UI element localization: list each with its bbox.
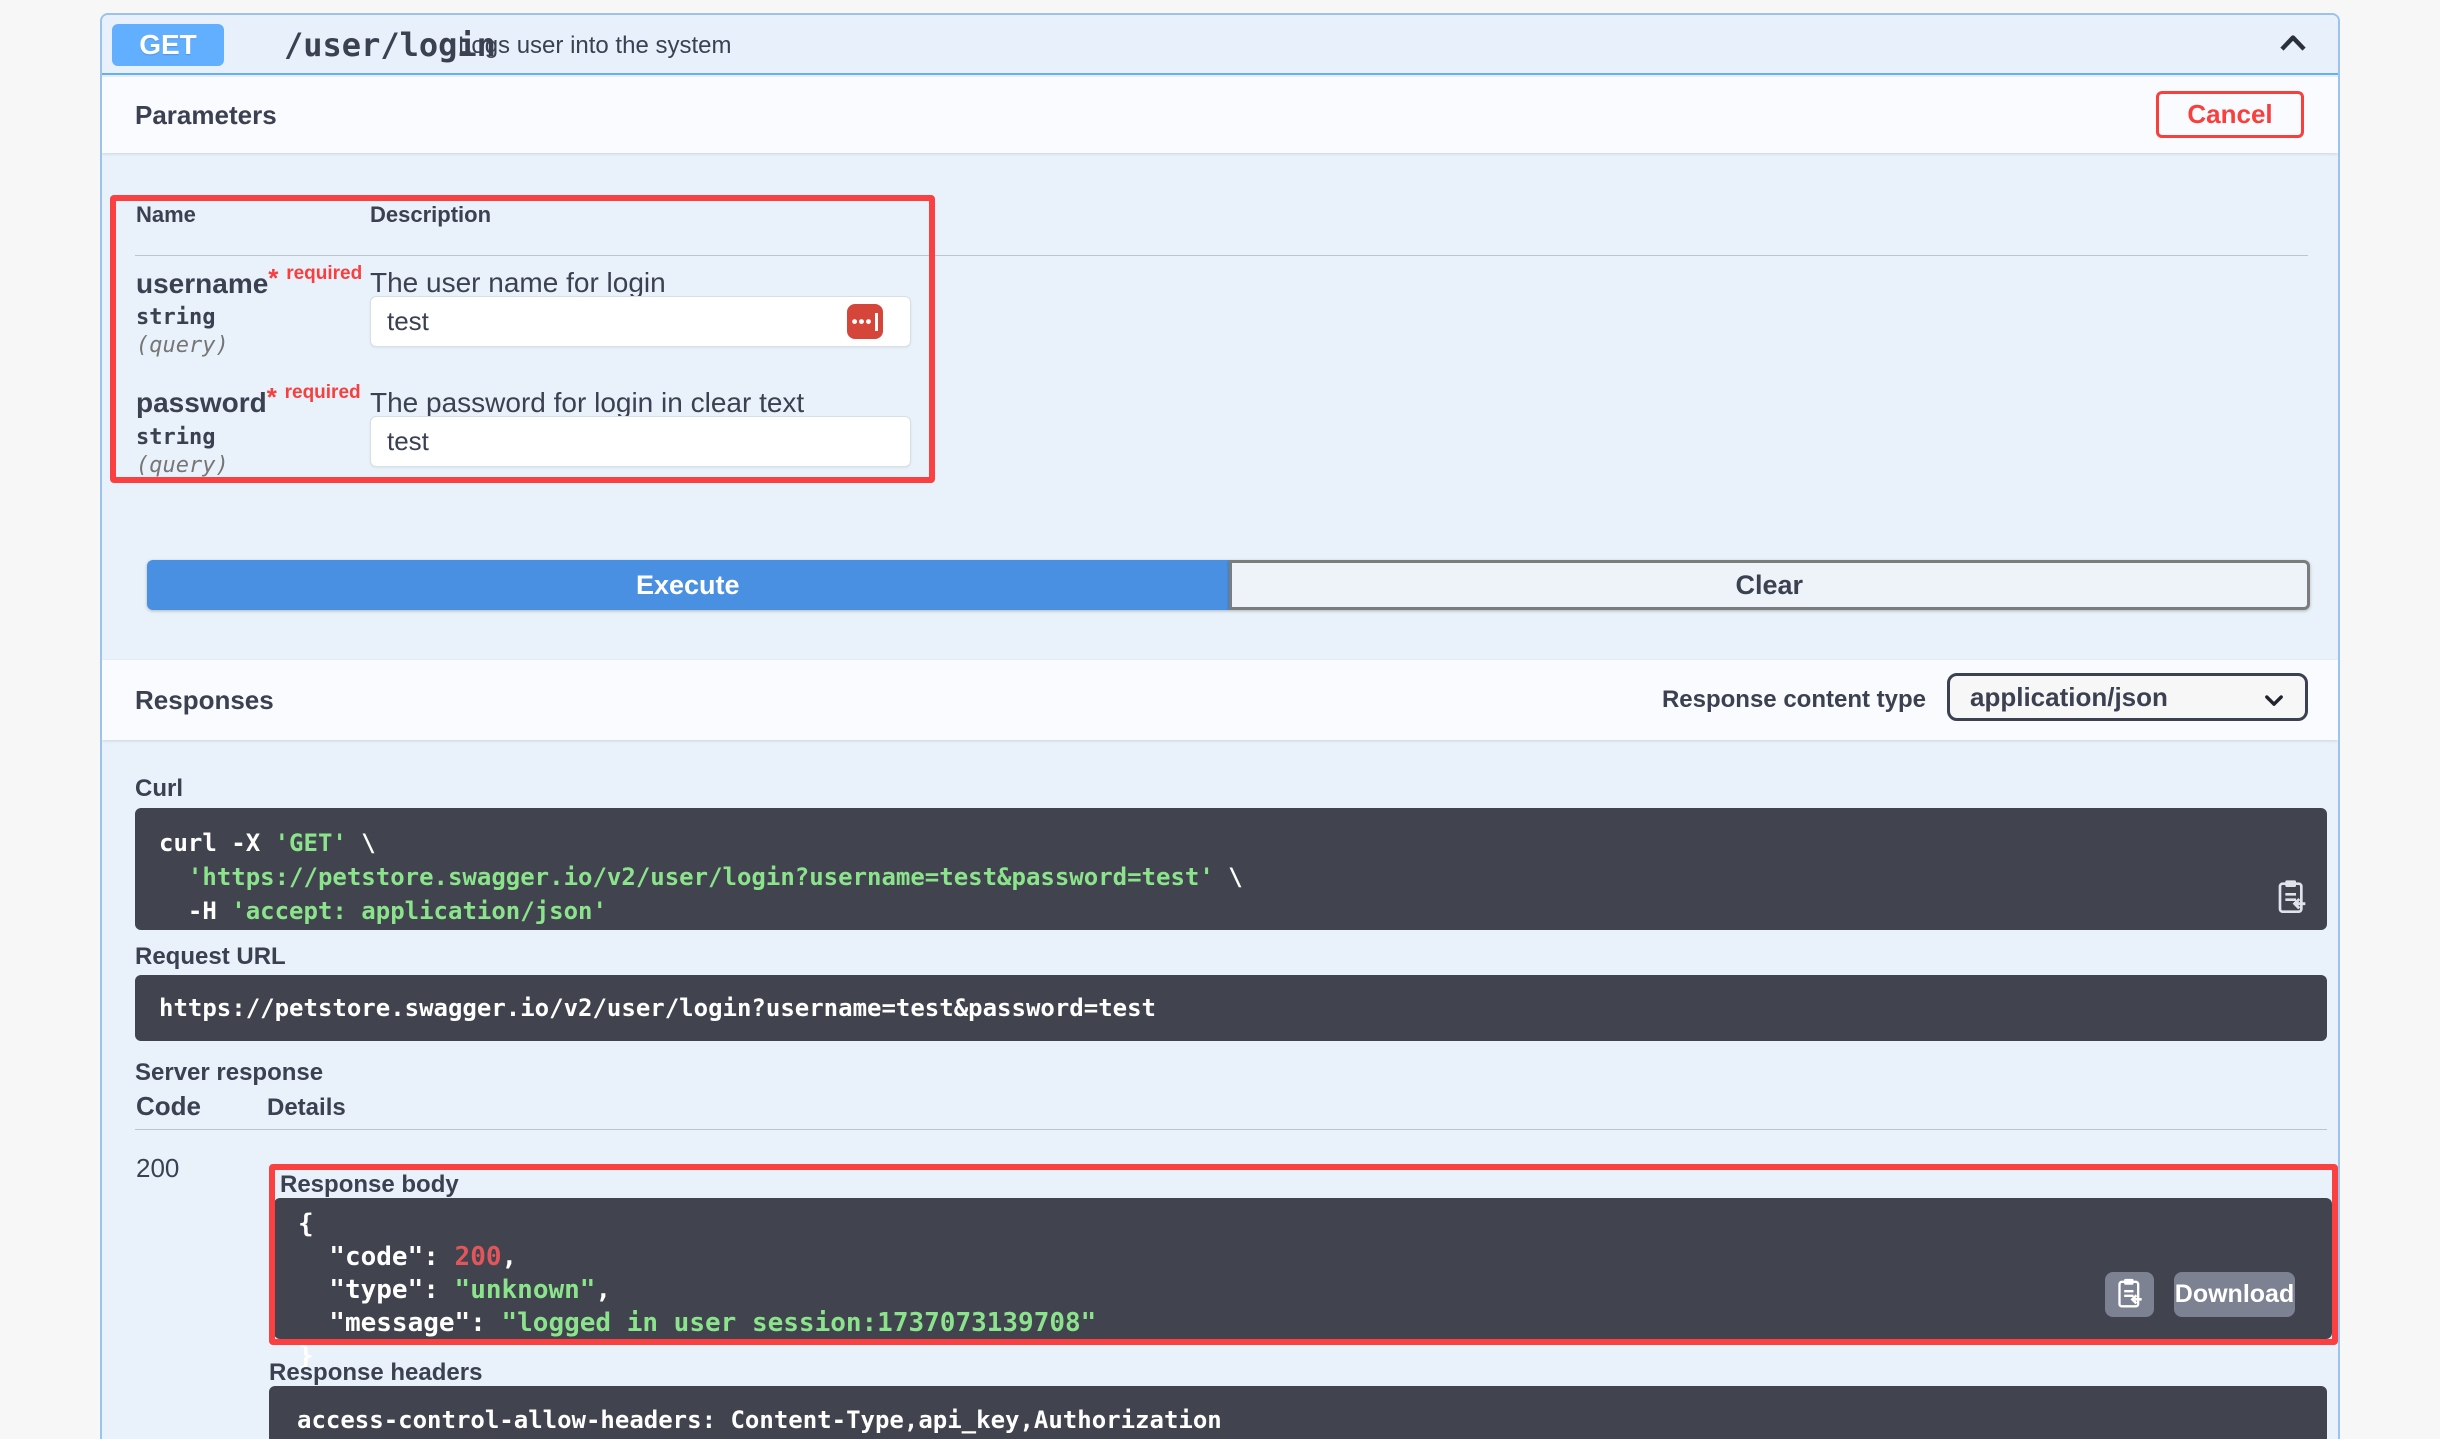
details-column-header: Details — [267, 1094, 346, 1122]
response-headers-code: access-control-allow-headers: Content-Ty… — [297, 1404, 2299, 1439]
parameters-section-header: Parameters Cancel — [102, 77, 2338, 153]
param-type: string — [136, 305, 215, 330]
curl-code-block: curl -X 'GET' \ 'https://petstore.swagge… — [135, 808, 2327, 930]
required-star: * — [267, 382, 277, 412]
operation-summary-row[interactable]: GET /user/login Logs user into the syste… — [102, 15, 2338, 75]
swagger-ui-page: GET /user/login Logs user into the syste… — [0, 0, 2440, 1439]
execute-button[interactable]: Execute — [147, 560, 1229, 610]
username-input[interactable] — [370, 296, 911, 347]
param-type: string — [136, 425, 215, 450]
param-location: (query) — [136, 453, 229, 478]
code-column-header: Code — [136, 1091, 201, 1122]
curl-label: Curl — [135, 775, 183, 803]
server-response-label: Server response — [135, 1059, 323, 1087]
execute-row: Execute Clear — [147, 560, 2310, 610]
response-body-json: { "code": 200, "type": "unknown", "messa… — [298, 1208, 2308, 1373]
password-input[interactable] — [370, 416, 911, 467]
request-url-block: https://petstore.swagger.io/v2/user/logi… — [135, 975, 2327, 1041]
response-body-block: { "code": 200, "type": "unknown", "messa… — [274, 1198, 2332, 1339]
operation-panel-get-user-login: GET /user/login Logs user into the syste… — [100, 13, 2340, 1439]
method-badge-get: GET — [112, 24, 224, 66]
responses-title: Responses — [135, 685, 274, 716]
response-body-label: Response body — [280, 1171, 459, 1199]
curl-code: curl -X 'GET' \ 'https://petstore.swagge… — [159, 826, 2303, 928]
clipboard-icon — [2116, 1277, 2144, 1313]
table-header-divider — [135, 255, 2308, 256]
request-url-value: https://petstore.swagger.io/v2/user/logi… — [159, 994, 1156, 1022]
password-manager-icon[interactable]: ••• — [847, 304, 883, 339]
param-location: (query) — [136, 333, 229, 358]
param-description: The user name for login — [370, 267, 666, 299]
clear-button[interactable]: Clear — [1229, 560, 2311, 610]
chevron-up-icon — [2275, 49, 2311, 64]
response-content-type-label: Response content type — [1662, 686, 1926, 714]
copy-to-clipboard-button[interactable] — [2275, 878, 2309, 918]
download-button[interactable]: Download — [2174, 1272, 2295, 1317]
responses-section-header: Responses Response content type applicat… — [102, 660, 2338, 740]
table-header-description: Description — [370, 202, 491, 228]
required-star: * — [268, 263, 278, 293]
copy-to-clipboard-button[interactable] — [2105, 1272, 2154, 1317]
param-description: The password for login in clear text — [370, 387, 804, 419]
collapse-button[interactable] — [2274, 27, 2312, 63]
param-name-username: username* required — [136, 263, 362, 300]
server-response-divider — [135, 1129, 2327, 1130]
parameters-title: Parameters — [135, 100, 277, 131]
response-headers-label: Response headers — [269, 1359, 482, 1387]
required-label: required — [285, 382, 361, 403]
table-header-name: Name — [136, 202, 196, 228]
required-label: required — [286, 263, 362, 284]
param-name-password: password* required — [136, 382, 361, 419]
clipboard-icon — [2276, 904, 2308, 919]
request-url-label: Request URL — [135, 943, 286, 971]
response-content-type-select[interactable]: application/json — [1947, 673, 2308, 721]
status-code: 200 — [136, 1153, 179, 1184]
response-headers-block: access-control-allow-headers: Content-Ty… — [269, 1386, 2327, 1439]
endpoint-summary: Logs user into the system — [458, 32, 731, 60]
cancel-button[interactable]: Cancel — [2156, 91, 2304, 138]
